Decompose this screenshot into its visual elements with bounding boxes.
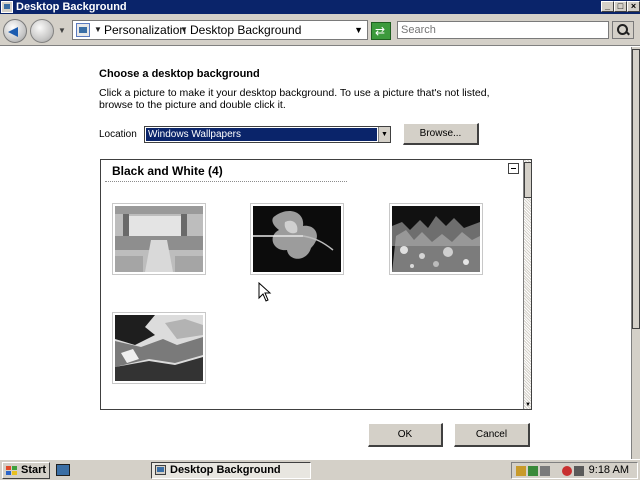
wallpaper-image: [253, 206, 341, 272]
wallpaper-image: [392, 206, 480, 272]
chevron-down-icon[interactable]: ▼: [94, 25, 102, 34]
window-title: Desktop Background: [16, 1, 127, 13]
windows-flag-icon: [6, 466, 18, 476]
gallery-scrollbar[interactable]: ▼: [523, 160, 531, 409]
group-divider: [105, 181, 347, 182]
scrollbar-thumb[interactable]: [632, 49, 640, 329]
scroll-down-icon[interactable]: ▼: [524, 401, 531, 409]
minimize-button[interactable]: _: [601, 1, 614, 12]
system-tray: 9:18 AM: [511, 462, 638, 479]
taskbar-item-label: Desktop Background: [170, 464, 281, 476]
search-icon[interactable]: [612, 21, 634, 39]
show-desktop-icon[interactable]: [56, 464, 70, 476]
wallpaper-image: [115, 206, 203, 272]
cancel-button[interactable]: Cancel: [454, 423, 530, 447]
wallpaper-thumbnail-3[interactable]: [389, 203, 483, 275]
chevron-down-icon[interactable]: ▼: [378, 127, 390, 142]
address-bar[interactable]: ▼ Personalization ▼ Desktop Background ▼: [72, 20, 368, 40]
address-dropdown-icon[interactable]: ▼: [354, 25, 363, 35]
clock[interactable]: 9:18 AM: [589, 463, 629, 478]
volume-icon[interactable]: [516, 466, 526, 476]
chevron-down-icon[interactable]: ▼: [180, 25, 188, 34]
browse-button[interactable]: Browse...: [403, 123, 479, 145]
location-label: Location: [99, 129, 137, 140]
start-label: Start: [21, 464, 47, 476]
start-button[interactable]: Start: [2, 462, 50, 479]
taskbar-item-desktop-background[interactable]: Desktop Background: [151, 462, 311, 479]
group-title: Black and White (4): [112, 164, 223, 178]
tray-app-icon[interactable]: [540, 466, 550, 476]
maximize-button[interactable]: □: [614, 1, 627, 12]
search-input[interactable]: [397, 21, 609, 39]
wallpaper-gallery: Black and White (4) ▼: [100, 159, 532, 410]
wallpaper-image: [115, 315, 203, 381]
page-heading: Choose a desktop background: [99, 68, 260, 80]
window-icon[interactable]: [1, 1, 13, 13]
back-button[interactable]: [3, 19, 27, 43]
window-scrollbar[interactable]: [631, 47, 640, 459]
location-select[interactable]: Windows Wallpapers ▼: [144, 126, 391, 143]
security-icon[interactable]: [562, 466, 572, 476]
wallpaper-thumbnail-2[interactable]: [250, 203, 344, 275]
wallpaper-thumbnail-4[interactable]: [112, 312, 206, 384]
collapse-icon[interactable]: [508, 163, 519, 174]
close-button[interactable]: ×: [627, 1, 640, 12]
taskbar: Start Desktop Background 9:18 AM: [0, 459, 640, 480]
wallpaper-thumbnail-1[interactable]: [112, 203, 206, 275]
refresh-button[interactable]: [371, 22, 391, 40]
ok-button[interactable]: OK: [368, 423, 443, 447]
instructions-text: Click a picture to make it your desktop …: [99, 87, 490, 111]
location-selected-value: Windows Wallpapers: [146, 128, 377, 141]
window-icon: [155, 465, 166, 475]
scrollbar-thumb[interactable]: [524, 162, 531, 198]
forward-button[interactable]: [30, 19, 54, 43]
history-dropdown-icon[interactable]: ▼: [58, 26, 66, 35]
breadcrumb-desktop-background[interactable]: Desktop Background: [190, 23, 301, 37]
network-icon[interactable]: [528, 466, 538, 476]
mouse-cursor-icon: [258, 282, 272, 302]
breadcrumb-personalization[interactable]: Personalization: [104, 23, 186, 37]
power-icon[interactable]: [574, 466, 584, 476]
navigation-bar: ▼ ▼ Personalization ▼ Desktop Background…: [0, 14, 640, 46]
title-bar[interactable]: Desktop Background _ □ ×: [0, 0, 640, 14]
control-panel-icon: [76, 23, 90, 37]
